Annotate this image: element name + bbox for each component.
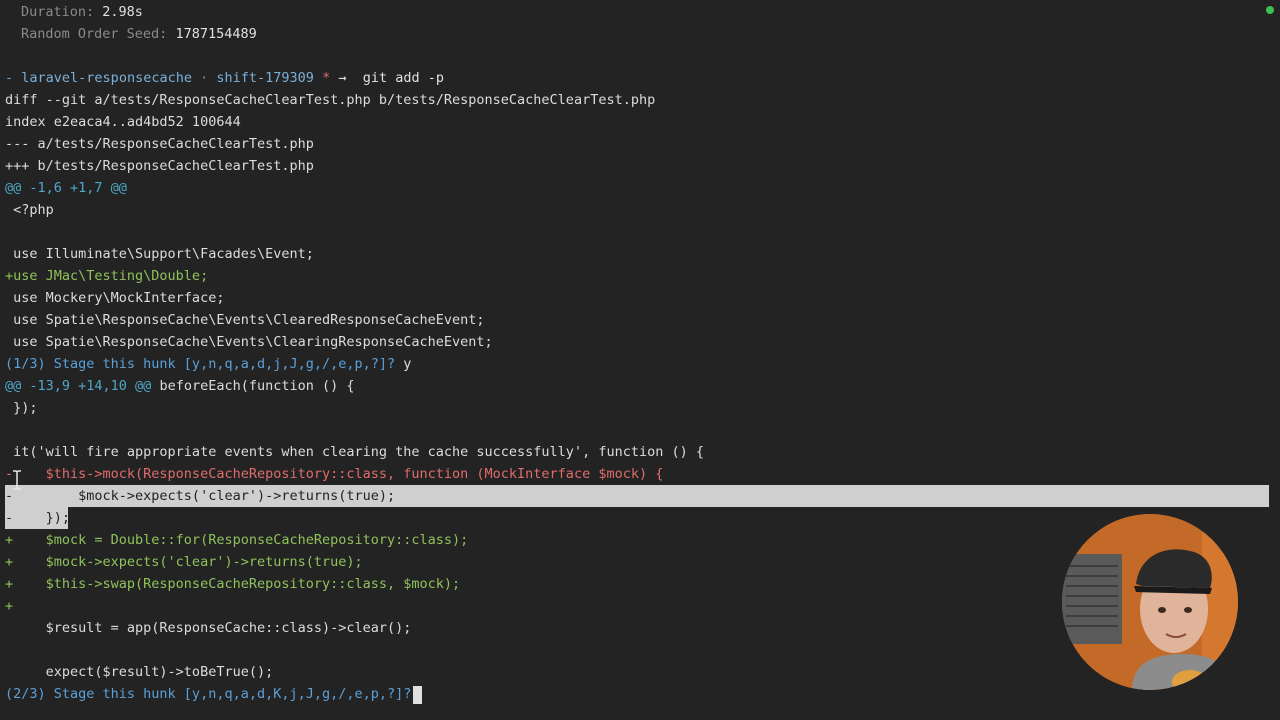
diff-context-line: use Illuminate\Support\Facades\Event;: [5, 246, 314, 262]
hunk1-stage-prompt: (1/3) Stage this hunk [y,n,q,a,d,j,J,g,/…: [5, 353, 411, 375]
presenter-video-image: [1062, 514, 1238, 690]
status-dot-icon: [1266, 6, 1274, 14]
dirty-marker: *: [322, 70, 331, 86]
hunk1-header: @@ -1,6 +1,7 @@: [5, 180, 127, 196]
block-cursor-icon: [413, 686, 422, 704]
shell-command: git add -p: [362, 70, 445, 86]
diff-context-line: it('will fire appropriate events when cl…: [5, 444, 704, 460]
repo-name: laravel-responsecache: [21, 70, 192, 86]
diff-context-line: <?php: [5, 202, 54, 218]
diff-context-line: $result = app(ResponseCache::class)->cle…: [5, 620, 412, 636]
diff-context-line: expect($result)->toBeTrue();: [5, 664, 274, 680]
diff-added-line: +: [5, 598, 14, 614]
diff-context-line: use Mockery\MockInterface;: [5, 290, 225, 306]
hunk2-header-line: @@ -13,9 +14,10 @@ beforeEach(function (…: [5, 375, 355, 397]
stage-prompt-text: (1/3) Stage this hunk [y,n,q,a,d,j,J,g,/…: [5, 356, 396, 372]
diff-context-line: });: [5, 400, 38, 416]
hunk2-stage-prompt[interactable]: (2/3) Stage this hunk [y,n,q,a,d,K,j,J,g…: [5, 683, 411, 705]
branch-name: shift-179309: [216, 70, 314, 86]
webcam-overlay: [1062, 514, 1238, 690]
diff-removed-line[interactable]: - $mock->expects('clear')->returns(true)…: [5, 485, 395, 507]
diff-added-line: + $mock = Double::for(ResponseCacheRepos…: [5, 532, 469, 548]
diff-context-line: use Spatie\ResponseCache\Events\Clearing…: [5, 334, 493, 350]
diff-header: diff --git a/tests/ResponseCacheClearTes…: [5, 92, 656, 108]
diff-to-file: +++ b/tests/ResponseCacheClearTest.php: [5, 158, 314, 174]
hunk2-header-context: beforeEach(function () {: [159, 378, 355, 394]
shell-prompt: - laravel-responsecache · shift-179309 *…: [5, 67, 444, 89]
diff-removed-line[interactable]: - });: [5, 507, 70, 529]
diff-from-file: --- a/tests/ResponseCacheClearTest.php: [5, 136, 314, 152]
duration-line: Duration: 2.98s: [21, 1, 143, 23]
diff-removed-line[interactable]: - $this->mock(ResponseCacheRepository::c…: [5, 463, 663, 485]
seed-value: 1787154489: [175, 26, 257, 42]
prompt-arrow: →: [338, 70, 347, 86]
i-beam-cursor-icon: [12, 470, 22, 490]
stage-answer: y: [403, 356, 412, 372]
prompt-dash: -: [5, 70, 14, 86]
duration-label: Duration:: [21, 4, 95, 20]
diff-context-line: use Spatie\ResponseCache\Events\ClearedR…: [5, 312, 485, 328]
diff-added-line: + $mock->expects('clear')->returns(true)…: [5, 554, 363, 570]
duration-value: 2.98s: [102, 4, 143, 20]
seed-label: Random Order Seed:: [21, 26, 168, 42]
diff-added-line: + $this->swap(ResponseCacheRepository::c…: [5, 576, 461, 592]
seed-line: Random Order Seed: 1787154489: [21, 23, 257, 45]
prompt-separator: ·: [200, 70, 209, 86]
diff-index: index e2eaca4..ad4bd52 100644: [5, 114, 241, 130]
diff-added-line: +use JMac\Testing\Double;: [5, 268, 209, 284]
hunk2-header: @@ -13,9 +14,10 @@: [5, 378, 152, 394]
